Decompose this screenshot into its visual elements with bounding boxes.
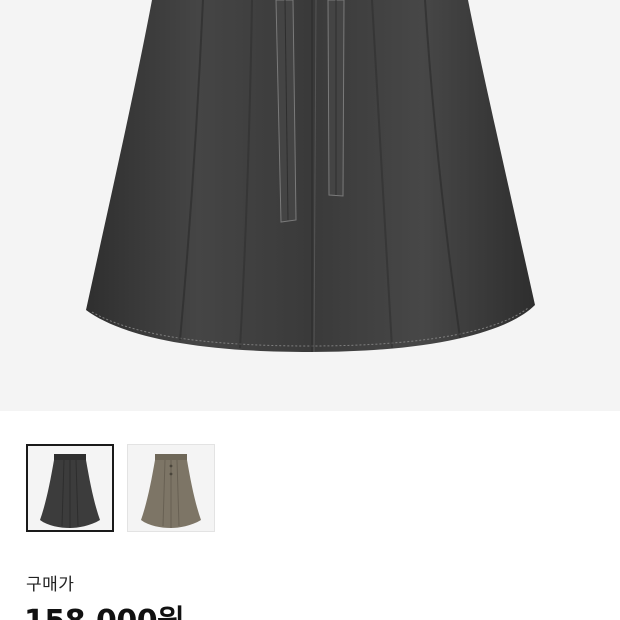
skirt-illustration <box>86 0 535 353</box>
product-detail-page: 구매가 158,000원 <box>0 0 620 620</box>
thumbnail-list <box>26 444 215 532</box>
thumbnail-khaki[interactable] <box>127 444 215 532</box>
product-main-image[interactable] <box>0 0 620 411</box>
price-value: 158,000원 <box>24 596 185 620</box>
price-label: 구매가 <box>26 575 75 595</box>
thumbnail-charcoal[interactable] <box>26 444 114 532</box>
khaki-skirt-thumbnail-image <box>141 454 201 528</box>
skirt-body <box>86 0 535 352</box>
charcoal-skirt-thumbnail-image <box>40 454 100 528</box>
